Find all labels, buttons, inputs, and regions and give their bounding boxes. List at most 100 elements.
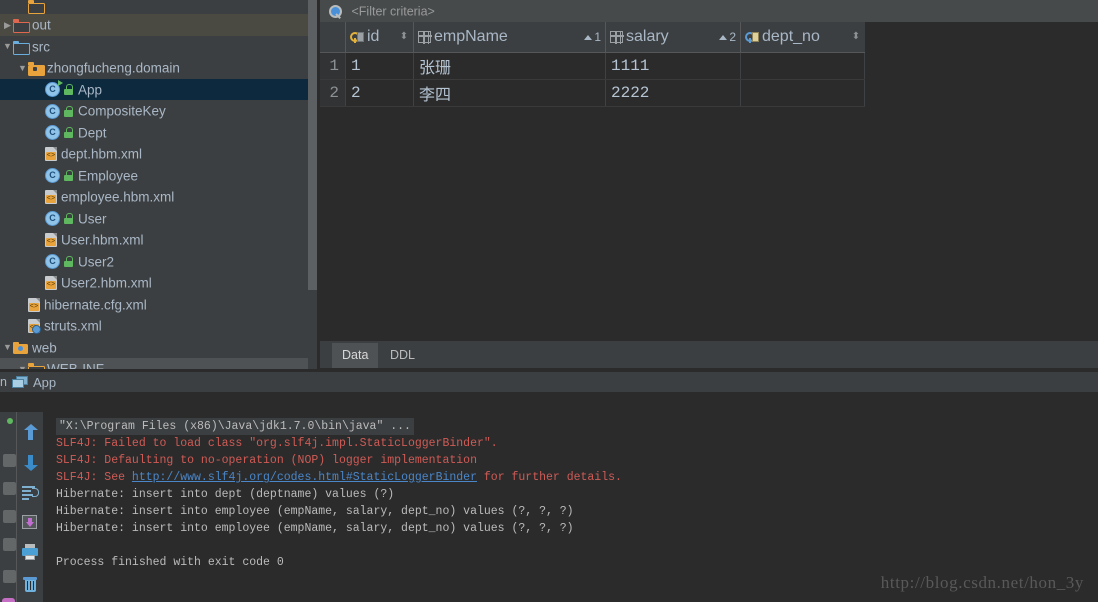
sort-order-empname: 1 [594,30,601,44]
tree-twisty-expanded-icon[interactable]: ▼ [17,58,28,80]
tree-item-user-hbm-xml[interactable]: <> User.hbm.xml [0,229,318,251]
tree-item-zhongfucheng-domain[interactable]: ▼ zhongfucheng.domain [0,57,318,79]
cell-deptno[interactable] [741,53,865,79]
side-icon-6[interactable] [2,598,15,602]
tree-item-user2-hbm-xml[interactable]: <> User2.hbm.xml [0,272,318,294]
cell-id[interactable]: 1 [346,53,414,79]
tree-item-src[interactable]: ▼ src [0,36,318,58]
cell-deptno[interactable] [741,80,865,106]
tree-item-hibernate-cfg-xml[interactable]: <> hibernate.cfg.xml [0,294,318,316]
filter-bar[interactable]: <Filter criteria> [320,0,1098,22]
tree-item-struts-xml[interactable]: <>struts.xml [0,315,318,337]
tree-item-label: User [78,211,107,227]
cell-empname[interactable]: 李四 [414,80,606,106]
column-sort-indicator-empname[interactable]: 1 [584,30,601,44]
tree-item-label: out [32,17,51,33]
console-line-error-link: SLF4J: See http://www.slf4j.org/codes.ht… [56,471,622,484]
public-lock-icon [64,256,73,268]
print-icon[interactable] [22,544,39,561]
tree-item-label: struts.xml [44,318,102,334]
console-output-area[interactable]: "X:\Program Files (x86)\Java\jdk1.7.0\bi… [0,392,1098,602]
tree-item-web[interactable]: ▼ web [0,337,318,359]
tree-item[interactable] [0,0,318,14]
run-tab-strip: n App [0,372,1098,392]
struts-xml-file-icon: <> [28,319,41,335]
java-class-icon: C [45,168,60,184]
trash-icon[interactable] [22,576,39,593]
console-line-output: Process finished with exit code 0 [56,556,284,569]
cell-empname[interactable]: 张珊 [414,53,606,79]
source-folder-icon [13,40,30,55]
java-class-runnable-icon: C [45,80,63,98]
export-icon[interactable] [22,514,39,531]
cell-id[interactable]: 2 [346,80,414,106]
tree-twisty-expanded-icon[interactable]: ▼ [2,36,13,58]
tree-item-user2[interactable]: C User2 [0,251,318,273]
side-icon-3[interactable] [3,510,16,523]
tab-data[interactable]: Data [332,343,379,369]
tab-ddl[interactable]: DDL [380,343,425,369]
tree-item-label: Dept [78,125,107,141]
column-header-empname[interactable]: empName 1 [414,22,606,52]
tree-twisty-expanded-icon[interactable]: ▼ [2,337,13,359]
filter-criteria-input[interactable]: <Filter criteria> [351,5,434,19]
project-tree-scrollbar-thumb[interactable] [308,0,317,290]
tree-item-label: zhongfucheng.domain [47,60,180,76]
foreign-key-icon [745,31,759,44]
data-grid-panel: <Filter criteria> id ⬍ empName 1 salary … [320,0,1098,340]
console-hyperlink[interactable]: http://www.slf4j.org/codes.html#StaticLo… [132,471,477,484]
column-header-id[interactable]: id ⬍ [346,22,414,52]
cell-salary[interactable]: 1111 [606,53,741,79]
sort-order-salary: 2 [729,30,736,44]
column-sort-indicator-salary[interactable]: 2 [719,30,736,44]
run-tool-window: n App "X:\Program Files (x86)\Java\jdk1.… [0,372,1098,602]
column-header-deptno-label: dept_no [762,28,820,45]
tree-item-dept-hbm-xml[interactable]: <> dept.hbm.xml [0,143,318,165]
tree-item-app[interactable]: C App [0,78,318,100]
tree-item-compositekey[interactable]: C CompositeKey [0,100,318,122]
column-sort-menu-id-icon[interactable]: ⬍ [399,32,409,42]
tree-item-label: src [32,39,50,55]
column-header-deptno[interactable]: dept_no ⬍ [741,22,865,52]
project-tree-panel[interactable]: ▶ out ▼ src ▼ zhongfucheng.domain C App C Composi… [0,0,318,372]
column-sort-menu-deptno-icon[interactable]: ⬍ [851,32,861,42]
folder-icon [13,19,30,34]
scroll-up-icon[interactable] [22,424,39,441]
java-class-icon: C [45,103,60,119]
console-line-error: SLF4J: Defaulting to no-operation (NOP) … [56,454,477,467]
run-tab-app[interactable]: App [33,374,56,391]
tree-item-employee[interactable]: C Employee [0,165,318,187]
side-icon-5[interactable] [3,570,16,583]
sort-ascending-caret-icon [719,34,728,40]
tree-item-label: User.hbm.xml [61,232,144,248]
soft-wrap-icon[interactable] [22,484,39,501]
tree-item-employee-hbm-xml[interactable]: <> employee.hbm.xml [0,186,318,208]
table-row[interactable]: 2 2 李四 2222 [320,80,865,107]
console-line-output: Hibernate: insert into employee (empName… [56,505,574,518]
run-configuration-icon [12,376,28,389]
public-lock-icon [64,170,73,182]
tree-item-label: Employee [78,168,139,184]
table-row[interactable]: 1 1 张珊 1111 [320,53,865,80]
side-icon-4[interactable] [3,538,16,551]
xml-file-icon: <> [45,276,57,291]
data-grid-body[interactable]: 1 1 张珊 1111 2 2 李四 2222 [320,53,865,107]
tree-twisty-collapsed-icon[interactable]: ▶ [2,15,13,37]
row-number-header [320,22,346,52]
scroll-down-icon[interactable] [22,454,39,471]
console-line-error: SLF4J: Failed to load class "org.slf4j.i… [56,437,498,450]
side-icon-2[interactable] [3,482,16,495]
tree-item-user[interactable]: C User [0,208,318,230]
console-toolbar [17,412,43,602]
tree-item-out[interactable]: ▶ out [0,14,318,36]
tree-item-dept[interactable]: C Dept [0,122,318,144]
tree-item-label: web [32,340,57,356]
data-grid-table[interactable]: id ⬍ empName 1 salary 2 dept_no ⬍ 1 1 张珊… [320,22,865,107]
side-icon-1[interactable] [3,454,16,467]
filter-search-icon [328,4,342,19]
cell-salary[interactable]: 2222 [606,80,741,106]
row-number: 1 [320,53,346,79]
tree-item-label: hibernate.cfg.xml [44,297,147,313]
column-header-salary[interactable]: salary 2 [606,22,741,52]
tool-window-side-strip[interactable] [0,412,17,602]
